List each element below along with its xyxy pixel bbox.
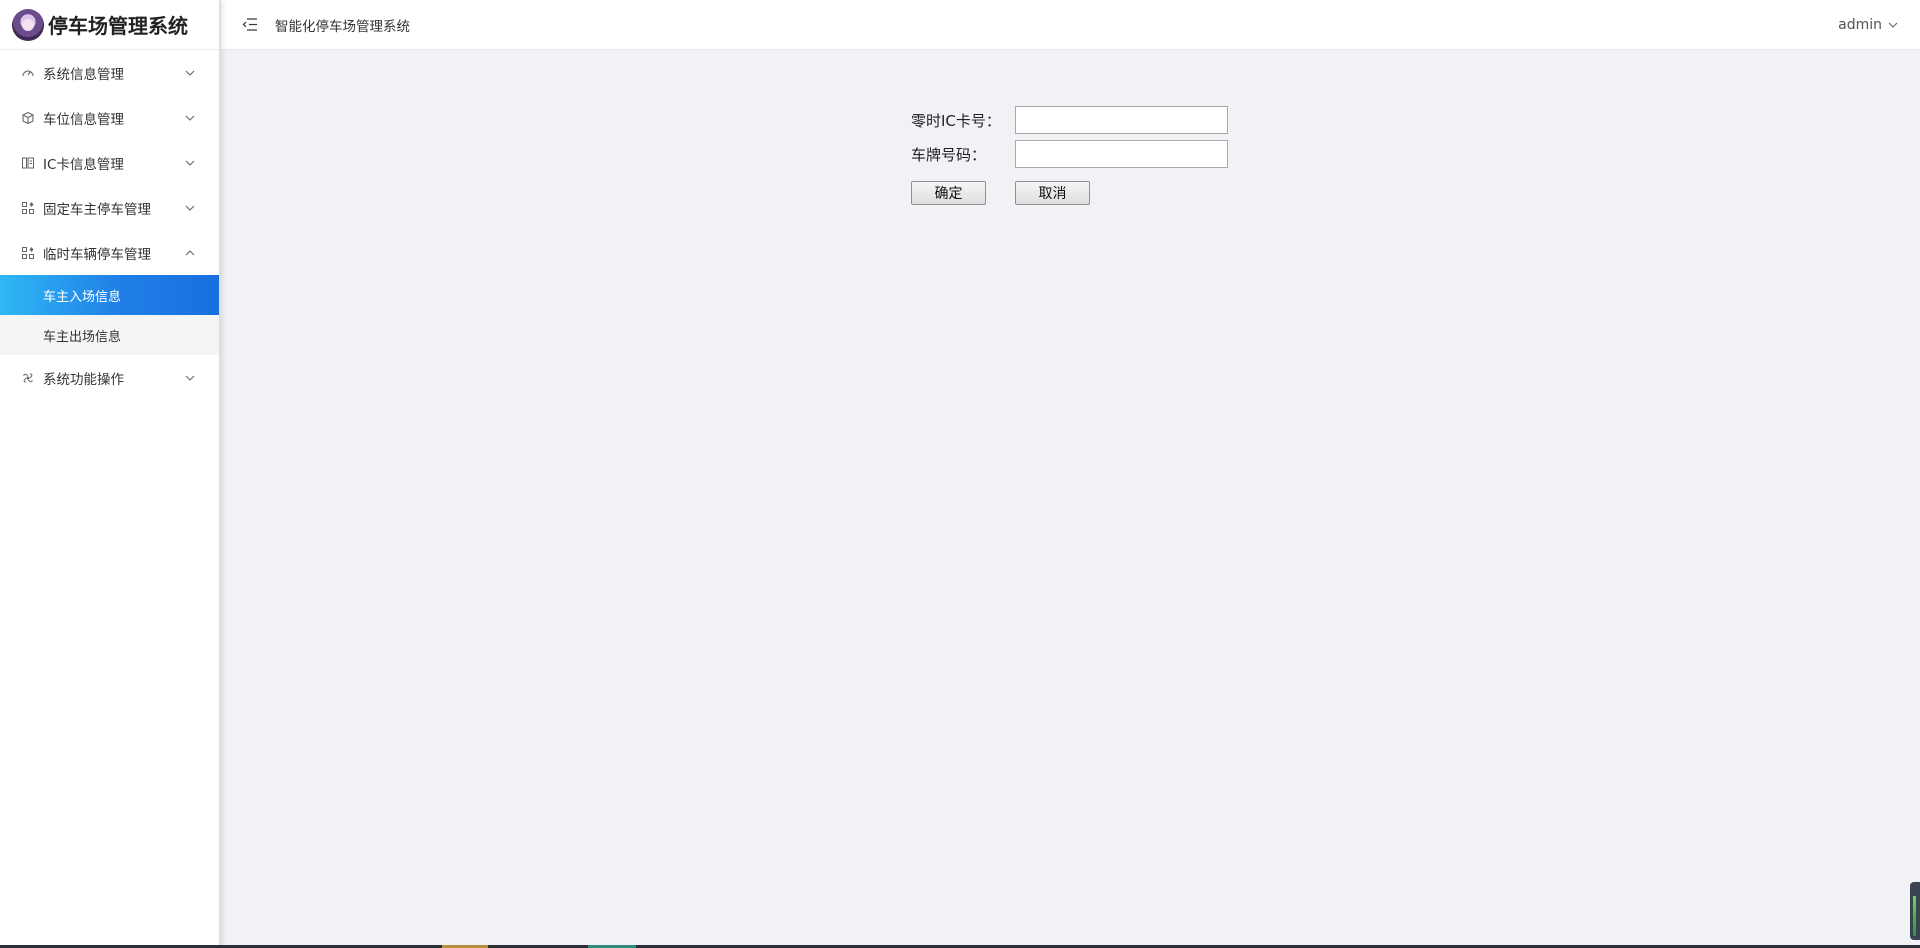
chevron-down-icon bbox=[185, 205, 195, 211]
top-header: 智能化停车场管理系统 admin bbox=[221, 0, 1920, 50]
cube-icon bbox=[20, 110, 35, 125]
ic-card-input[interactable] bbox=[1015, 106, 1228, 134]
user-menu[interactable]: admin bbox=[1838, 0, 1898, 50]
logo-avatar-icon bbox=[12, 8, 44, 41]
dashboard-icon bbox=[20, 65, 35, 80]
submenu-temp-vehicle: 车主入场信息 车主出场信息 bbox=[0, 275, 219, 355]
logo[interactable]: 停车场管理系统 bbox=[0, 0, 219, 50]
menu-item-label: IC卡信息管理 bbox=[43, 156, 124, 173]
menu-item-fixed-owner[interactable]: 固定车主停车管理 bbox=[0, 185, 219, 230]
menu-item-label: 固定车主停车管理 bbox=[43, 201, 151, 218]
menu-item-label: 系统信息管理 bbox=[43, 66, 124, 83]
chevron-down-icon bbox=[185, 160, 195, 166]
form-buttons: 确定 取消 bbox=[911, 181, 1228, 205]
ic-card-label: 零时IC卡号： bbox=[911, 111, 1001, 130]
menu-item-system-functions[interactable]: 系统功能操作 bbox=[0, 355, 219, 400]
chevron-up-icon bbox=[185, 249, 195, 255]
sidebar: 停车场管理系统 系统信息管理 车位信息管理 IC卡信息管理 固定车主停车管理 临… bbox=[0, 0, 220, 948]
chevron-down-icon bbox=[185, 70, 195, 76]
plate-input[interactable] bbox=[1015, 140, 1228, 168]
grid-icon bbox=[20, 245, 35, 260]
menu-item-temp-vehicle[interactable]: 临时车辆停车管理 bbox=[0, 230, 219, 275]
plate-row: 车牌号码： bbox=[911, 137, 1228, 171]
confirm-button[interactable]: 确定 bbox=[911, 181, 986, 205]
username: admin bbox=[1838, 17, 1882, 33]
card-icon bbox=[20, 155, 35, 170]
grid-icon bbox=[20, 200, 35, 215]
fan-icon bbox=[20, 370, 35, 385]
ic-card-row: 零时IC卡号： bbox=[911, 103, 1228, 137]
chevron-down-icon bbox=[185, 375, 195, 381]
menu-item-ic-card[interactable]: IC卡信息管理 bbox=[0, 140, 219, 185]
entry-form: 零时IC卡号： 车牌号码： 确定 取消 bbox=[911, 103, 1228, 205]
app-title: 停车场管理系统 bbox=[48, 14, 188, 38]
chevron-down-icon bbox=[1888, 22, 1898, 28]
main-content: 零时IC卡号： 车牌号码： 确定 取消 bbox=[221, 50, 1920, 948]
side-menu: 系统信息管理 车位信息管理 IC卡信息管理 固定车主停车管理 临时车辆停车管理 … bbox=[0, 50, 219, 400]
submenu-item-owner-entry[interactable]: 车主入场信息 bbox=[0, 275, 219, 315]
cancel-button[interactable]: 取消 bbox=[1015, 181, 1090, 205]
submenu-item-owner-exit[interactable]: 车主出场信息 bbox=[0, 315, 219, 355]
plate-label: 车牌号码： bbox=[911, 145, 987, 164]
menu-item-label: 车位信息管理 bbox=[43, 111, 124, 128]
menu-item-label: 临时车辆停车管理 bbox=[43, 246, 151, 263]
header-title: 智能化停车场管理系统 bbox=[275, 18, 410, 35]
menu-item-parking-space[interactable]: 车位信息管理 bbox=[0, 95, 219, 140]
menu-item-system-info[interactable]: 系统信息管理 bbox=[0, 50, 219, 95]
side-widget[interactable] bbox=[1910, 882, 1920, 940]
collapse-menu-icon[interactable] bbox=[241, 18, 259, 32]
chevron-down-icon bbox=[185, 115, 195, 121]
menu-item-label: 系统功能操作 bbox=[43, 371, 124, 388]
level-bar bbox=[1913, 896, 1916, 936]
